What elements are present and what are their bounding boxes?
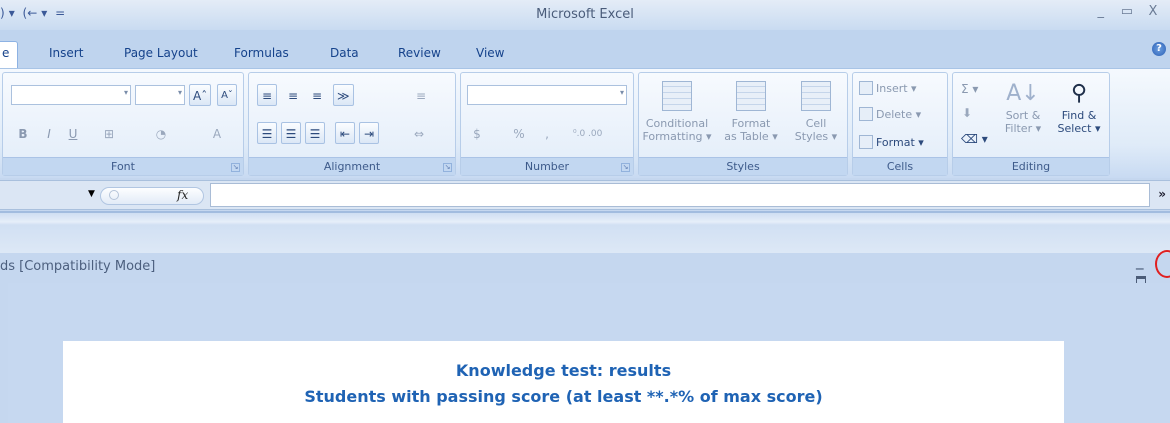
minimize-window-button[interactable]: _ — [1090, 4, 1112, 19]
delete-cells-icon — [859, 107, 873, 121]
sort-filter-button[interactable]: A↓ Sort & Filter ▾ — [997, 79, 1049, 135]
cell-styles-button[interactable]: Cell Styles ▾ — [787, 81, 845, 143]
sheet-heading: Knowledge test: results — [455, 361, 672, 380]
app-title: Microsoft Excel — [536, 7, 634, 22]
dialog-launcher-icon[interactable]: ↘ — [443, 163, 452, 172]
sort-icon: A↓ — [1006, 81, 1040, 106]
number-format-combo[interactable]: ▾ — [467, 85, 627, 105]
format-cells-button[interactable]: Format ▾ — [859, 133, 924, 153]
binoculars-icon: ⚲ — [1070, 81, 1088, 106]
ribbon-tabs: e Insert Page Layout Formulas Data Revie… — [0, 30, 1170, 69]
autosum-button[interactable]: Σ ▾ — [957, 77, 982, 99]
font-name-combo[interactable]: ▾ — [11, 85, 131, 105]
formula-bar: ▼ fx » — [0, 180, 1170, 210]
align-left-icon[interactable]: ☰ — [257, 122, 277, 144]
ribbon: ▾ ▾ Aˆ Aˇ B I U ⊞ ◔ A Font ↘ ≡ ≡ ≡ ≫ ≡ ☰… — [0, 68, 1170, 178]
currency-button[interactable]: $ — [467, 122, 487, 144]
insert-function-icon[interactable]: fx — [177, 188, 188, 202]
align-right-icon[interactable]: ☰ — [305, 122, 325, 144]
italic-button[interactable]: I — [39, 122, 59, 144]
sheet-subheading: Students with passing score (at least **… — [304, 387, 823, 406]
workbook-minimize-button[interactable]: _ — [1136, 252, 1144, 270]
tab-view[interactable]: View — [476, 46, 504, 60]
formula-buttons: fx — [100, 187, 204, 205]
chevron-down-icon: ▾ — [123, 88, 128, 97]
expand-formula-bar-icon[interactable]: » — [1158, 187, 1166, 201]
fill-color-icon[interactable]: ◔ — [151, 122, 171, 144]
editing-group-label: Editing — [953, 157, 1109, 175]
underline-button[interactable]: U — [63, 122, 83, 144]
styles-group-label: Styles — [639, 157, 847, 175]
cells-group: Insert ▾ Delete ▾ Format ▾ Cells — [852, 72, 948, 176]
help-icon[interactable]: ? — [1152, 42, 1166, 56]
worksheet[interactable]: Knowledge test: results Students with pa… — [63, 341, 1064, 423]
alignment-group-label: Alignment — [249, 157, 455, 175]
increase-indent-icon[interactable]: ⇥ — [359, 122, 379, 144]
editing-group: Σ ▾ ⬇ ⌫ ▾ A↓ Sort & Filter ▾ ⚲ Find & Se… — [952, 72, 1110, 176]
format-cells-icon — [859, 135, 873, 149]
align-center-icon[interactable]: ☰ — [281, 122, 301, 144]
tab-page-layout[interactable]: Page Layout — [124, 46, 198, 60]
name-box-dropdown-icon[interactable]: ▼ — [88, 189, 95, 199]
title-bar: ) ▾ (← ▾ = Microsoft Excel _ ▭ X — [0, 0, 1170, 30]
find-select-button[interactable]: ⚲ Find & Select ▾ — [1053, 79, 1105, 135]
tab-review[interactable]: Review — [398, 46, 441, 60]
workbook-title: ds [Compatibility Mode] — [0, 259, 156, 274]
dialog-launcher-icon[interactable]: ↘ — [621, 163, 630, 172]
cells-group-label: Cells — [853, 157, 947, 175]
formula-input[interactable] — [210, 183, 1150, 207]
chevron-down-icon: ▾ — [619, 88, 624, 97]
borders-icon[interactable]: ⊞ — [99, 122, 119, 144]
font-group: ▾ ▾ Aˆ Aˇ B I U ⊞ ◔ A Font ↘ — [2, 72, 244, 176]
comma-button[interactable]: , — [537, 122, 557, 144]
percent-button[interactable]: % — [509, 122, 529, 144]
merge-center-icon[interactable]: ⇔ — [409, 122, 429, 144]
bottom-align-icon[interactable]: ≡ — [307, 84, 327, 106]
fill-icon[interactable]: ⬇ — [957, 101, 977, 123]
window-controls: _ ▭ X — [1090, 4, 1164, 19]
font-size-combo[interactable]: ▾ — [135, 85, 185, 105]
grow-font-button[interactable]: Aˆ — [189, 84, 212, 106]
number-group: ▾ $ % , ⁰.0 .00 Number ↘ — [460, 72, 634, 176]
decrease-indent-icon[interactable]: ⇤ — [335, 122, 355, 144]
increase-decimal-button[interactable]: ⁰.0 .00 — [569, 122, 606, 144]
delete-cells-button[interactable]: Delete ▾ — [859, 105, 921, 125]
orientation-icon[interactable]: ≫ — [333, 84, 354, 106]
styles-group: Conditional Formatting ▾ Format as Table… — [638, 72, 848, 176]
alignment-group: ≡ ≡ ≡ ≫ ≡ ☰ ☰ ☰ ⇤ ⇥ ⇔ Alignment ↘ — [248, 72, 456, 176]
number-group-label: Number — [461, 157, 633, 175]
format-table-icon — [736, 81, 766, 111]
conditional-formatting-button[interactable]: Conditional Formatting ▾ — [641, 81, 713, 143]
shrink-font-button[interactable]: Aˇ — [217, 84, 237, 106]
clear-button[interactable]: ⌫ ▾ — [957, 127, 992, 149]
tab-formulas[interactable]: Formulas — [234, 46, 289, 60]
font-color-icon[interactable]: A — [207, 122, 227, 144]
insert-cells-icon — [859, 81, 873, 95]
chevron-down-icon: ▾ — [177, 88, 182, 97]
tab-data[interactable]: Data — [330, 46, 359, 60]
top-align-icon[interactable]: ≡ — [257, 84, 277, 106]
insert-cells-button[interactable]: Insert ▾ — [859, 79, 917, 99]
cancel-entry-icon[interactable] — [109, 190, 119, 200]
close-window-button[interactable]: X — [1142, 4, 1164, 19]
dialog-launcher-icon[interactable]: ↘ — [231, 163, 240, 172]
bold-button[interactable]: B — [13, 122, 33, 144]
conditional-formatting-icon — [662, 81, 692, 111]
font-group-label: Font — [3, 157, 243, 175]
cell-styles-icon — [801, 81, 831, 111]
workbook-frame — [0, 211, 1170, 253]
format-as-table-button[interactable]: Format as Table ▾ — [719, 81, 783, 143]
maximize-window-button[interactable]: ▭ — [1116, 4, 1138, 19]
tab-insert[interactable]: Insert — [49, 46, 83, 60]
middle-align-icon[interactable]: ≡ — [283, 84, 303, 106]
wrap-text-icon[interactable]: ≡ — [411, 84, 431, 106]
tab-home[interactable]: e — [0, 41, 19, 69]
